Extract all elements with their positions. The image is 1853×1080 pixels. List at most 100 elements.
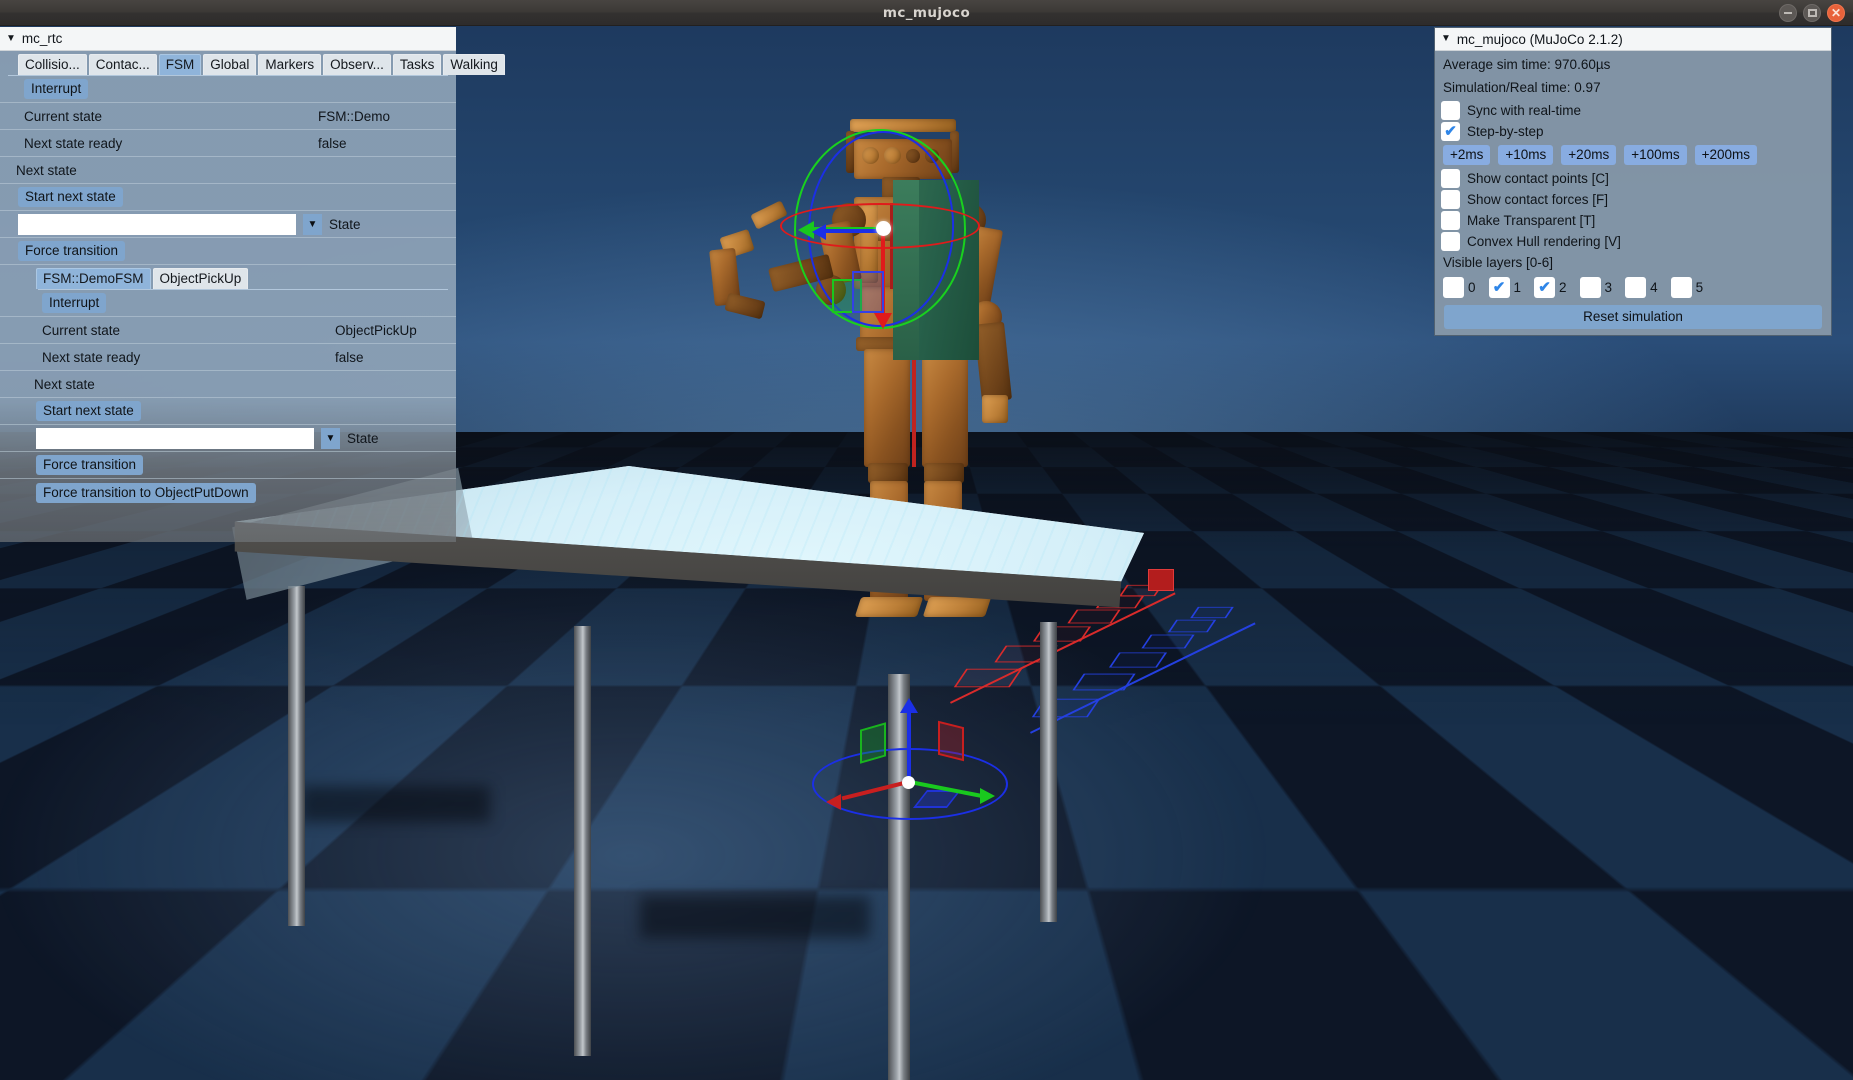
layer-4-label: 4 <box>1650 279 1658 295</box>
start-next-state-button-sub[interactable]: Start next state <box>36 401 141 421</box>
visible-layers-row[interactable]: 0 ✔ 1 ✔ 2 3 4 5 <box>1441 275 1825 300</box>
row-force-transition-to: Force transition to ObjectPutDown <box>0 479 456 506</box>
layer-4-checkbox[interactable] <box>1625 276 1647 298</box>
minimize-button[interactable] <box>1779 4 1797 22</box>
sync-real-time-label: Sync with real-time <box>1467 102 1582 118</box>
mc-rtc-panel-header[interactable]: ▼ mc_rtc <box>0 27 456 51</box>
state-combo-dropdown-sub[interactable]: ▼ <box>321 427 340 449</box>
step-100ms-button[interactable]: +100ms <box>1624 144 1687 165</box>
gizmo-center-handle[interactable] <box>876 221 891 236</box>
checkbox-row-show-contact-forces[interactable]: Show contact forces [F] <box>1441 189 1825 210</box>
state-combo-input-top[interactable] <box>18 213 296 235</box>
next-state-ready-value-top: false <box>318 135 347 151</box>
check-icon: ✔ <box>1444 122 1457 140</box>
layer-3-label: 3 <box>1604 279 1613 295</box>
mc-rtc-panel-spacer <box>0 506 456 542</box>
collapse-caret-icon[interactable]: ▼ <box>6 33 16 44</box>
step-2ms-button[interactable]: +2ms <box>1443 144 1491 165</box>
make-transparent-checkbox[interactable] <box>1441 210 1460 230</box>
step-by-step-label: Step-by-step <box>1467 123 1544 139</box>
row-force-transition-sub: Force transition <box>0 452 456 479</box>
mc-rtc-sub-tabbar[interactable]: FSM::DemoFSM ObjectPickUp <box>0 265 456 289</box>
show-contact-forces-label: Show contact forces [F] <box>1467 191 1609 207</box>
row-interrupt-sub: Interrupt <box>0 290 456 317</box>
tab-markers[interactable]: Markers <box>258 54 322 75</box>
mc-rtc-panel[interactable]: ▼ mc_rtc Collisio... Contac... FSM Globa… <box>0 27 505 542</box>
next-state-ready-value-sub: false <box>335 349 364 365</box>
tab-global[interactable]: Global <box>203 54 257 75</box>
sub-tab-objectpickup[interactable]: ObjectPickUp <box>152 268 249 289</box>
show-contact-forces-checkbox[interactable] <box>1441 189 1460 209</box>
current-state-label-sub: Current state <box>42 322 121 338</box>
layer-0-checkbox[interactable] <box>1443 276 1464 298</box>
row-next-state-header-top: Next state <box>0 157 456 184</box>
tab-collisions[interactable]: Collisio... <box>18 54 87 75</box>
translation-gizmo-center[interactable] <box>902 776 915 789</box>
force-transition-button-top[interactable]: Force transition <box>18 241 126 261</box>
checkbox-row-make-transparent[interactable]: Make Transparent [T] <box>1441 210 1825 231</box>
close-button[interactable]: ✕ <box>1827 4 1845 22</box>
next-state-ready-label-top: Next state ready <box>24 135 123 151</box>
step-200ms-button[interactable]: +200ms <box>1694 144 1758 165</box>
layer-3-checkbox[interactable] <box>1579 276 1601 298</box>
checkbox-row-show-contact-points[interactable]: Show contact points [C] <box>1441 168 1825 189</box>
step-buttons-row[interactable]: +2ms +10ms +20ms +100ms +200ms <box>1441 142 1825 168</box>
tab-fsm[interactable]: FSM <box>158 54 202 75</box>
layer-5-checkbox[interactable] <box>1670 276 1692 298</box>
layer-1-label: 1 <box>1513 279 1522 295</box>
layer-0-label: 0 <box>1468 279 1476 295</box>
force-transition-to-objectputdown-button[interactable]: Force transition to ObjectPutDown <box>36 482 256 503</box>
check-icon: ✔ <box>1538 278 1551 296</box>
gizmo-plane-xz[interactable] <box>852 271 884 313</box>
step-10ms-button[interactable]: +10ms <box>1498 144 1554 165</box>
sub-tab-fsm-demofsm[interactable]: FSM::DemoFSM <box>36 268 151 289</box>
mc-mujoco-panel[interactable]: ▼ mc_mujoco (MuJoCo 2.1.2) Average sim t… <box>1434 27 1832 336</box>
table-leg-front <box>574 626 591 1056</box>
footstep-target-cube <box>1148 569 1174 591</box>
translation-plane-red[interactable] <box>938 720 964 762</box>
next-state-label-sub: Next state <box>34 376 95 392</box>
convex-hull-rendering-label: Convex Hull rendering [V] <box>1467 233 1621 249</box>
window-controls: ✕ <box>1779 0 1845 26</box>
layer-5-label: 5 <box>1695 279 1704 295</box>
tab-tasks[interactable]: Tasks <box>392 54 442 75</box>
check-icon: ✔ <box>1492 278 1506 296</box>
rotation-gizmo[interactable] <box>780 127 980 331</box>
mc-mujoco-panel-header[interactable]: ▼ mc_mujoco (MuJoCo 2.1.2) <box>1435 28 1831 51</box>
mc-rtc-tabbar[interactable]: Collisio... Contac... FSM Global Markers… <box>0 51 505 75</box>
row-start-next-state-sub: Start next state <box>0 398 456 425</box>
step-20ms-button[interactable]: +20ms <box>1561 144 1617 165</box>
current-state-value-sub: ObjectPickUp <box>335 322 417 338</box>
layer-2-checkbox[interactable]: ✔ <box>1534 276 1556 298</box>
translation-gizmo[interactable] <box>812 698 1012 828</box>
checkbox-row-sync-real-time[interactable]: Sync with real-time <box>1441 100 1825 121</box>
convex-hull-rendering-checkbox[interactable] <box>1441 231 1460 251</box>
translation-arrow-z[interactable] <box>907 708 911 784</box>
state-combo-dropdown-top[interactable]: ▼ <box>303 213 322 235</box>
checkbox-row-step-by-step[interactable]: ✔ Step-by-step <box>1441 121 1825 142</box>
maximize-button[interactable] <box>1803 4 1821 22</box>
checkbox-row-convex-hull[interactable]: Convex Hull rendering [V] <box>1441 231 1825 252</box>
tab-observers[interactable]: Observ... <box>323 54 391 75</box>
reset-simulation-button[interactable]: Reset simulation <box>1444 304 1822 329</box>
current-state-label-top: Current state <box>24 108 103 124</box>
layer-1-checkbox[interactable]: ✔ <box>1488 276 1510 298</box>
step-by-step-checkbox[interactable]: ✔ <box>1441 121 1460 141</box>
force-transition-button-sub[interactable]: Force transition <box>36 455 144 475</box>
show-contact-points-checkbox[interactable] <box>1441 168 1460 188</box>
state-combo-input-sub[interactable] <box>36 427 314 449</box>
interrupt-button-sub[interactable]: Interrupt <box>42 293 107 313</box>
tab-contacts[interactable]: Contac... <box>88 54 157 75</box>
gizmo-arrow-z[interactable] <box>820 229 884 233</box>
layer-2-label: 2 <box>1559 279 1567 295</box>
row-current-state-top: Current state FSM::Demo <box>0 103 456 130</box>
sync-real-time-checkbox[interactable] <box>1441 100 1460 120</box>
window-titlebar: mc_mujoco ✕ <box>0 0 1853 26</box>
collapse-caret-icon-mujoco[interactable]: ▼ <box>1441 34 1451 44</box>
start-next-state-button-top[interactable]: Start next state <box>18 187 123 207</box>
next-state-ready-label-sub: Next state ready <box>42 349 141 365</box>
interrupt-button-top[interactable]: Interrupt <box>24 79 89 99</box>
mc-mujoco-panel-title: mc_mujoco (MuJoCo 2.1.2) <box>1456 31 1623 47</box>
row-next-state-ready-sub: Next state ready false <box>0 344 456 371</box>
tab-walking[interactable]: Walking <box>443 54 505 75</box>
